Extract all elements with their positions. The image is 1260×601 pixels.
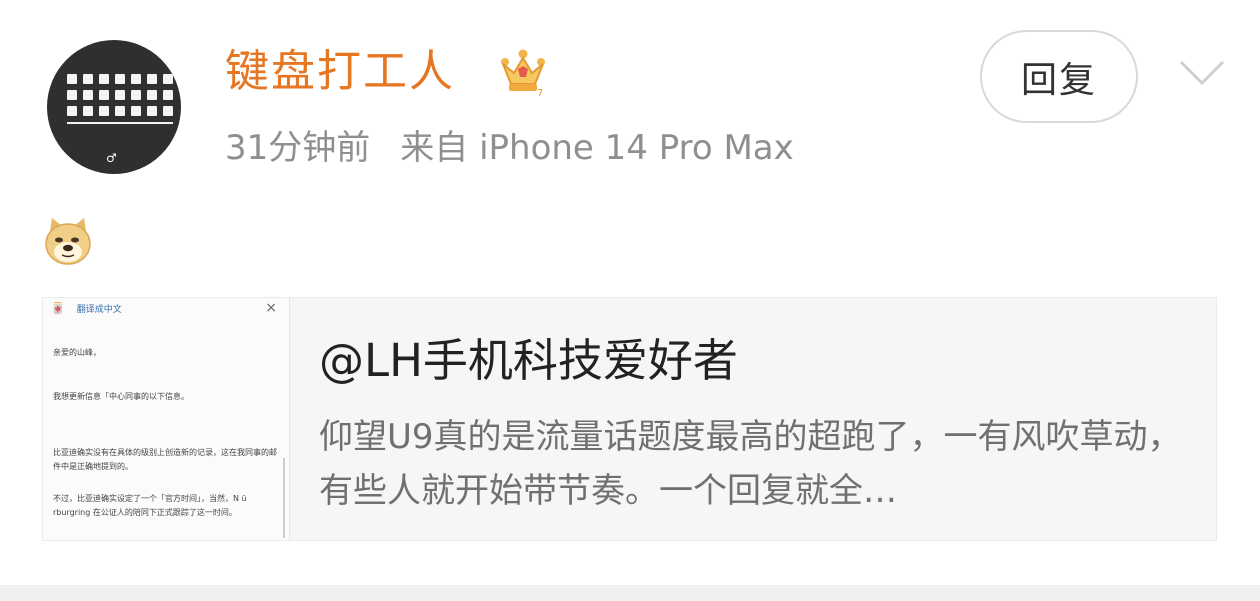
post-source: 来自 iPhone 14 Pro Max xyxy=(400,128,794,168)
thumb-line: 亲爱的山峰， xyxy=(53,348,101,357)
svg-text:7: 7 xyxy=(537,88,543,98)
post-time: 31分钟前 xyxy=(225,128,371,168)
thumb-line: 比亚迪确实没有在具体的级别上创造新的记录，这在我同事的邮件中是正确地提到的。 xyxy=(53,448,277,471)
translate-label: 翻译成中文 xyxy=(76,305,122,315)
user-avatar[interactable]: ♂ xyxy=(47,40,181,174)
bottom-divider xyxy=(0,585,1260,601)
thumb-scrollbar xyxy=(283,458,285,538)
thumb-line: 不过，比亚迪确实设定了一个「官方时间」，当然，N ü rburgring 在公证… xyxy=(53,494,247,517)
reply-button[interactable]: 回复 xyxy=(980,30,1138,123)
shared-post-thumbnail[interactable]: 🀄 翻译成中文 × 亲爱的山峰， 我想更新信息「中心同事的以下信息。 比亚迪确实… xyxy=(43,298,290,540)
weibo-post: ♂ 键盘打工人 7 31分钟前 来自 iPhone 14 Pro Max 回复 🀄… xyxy=(0,0,1260,585)
keyboard-avatar-icon xyxy=(67,74,173,124)
shared-post-card[interactable]: 🀄 翻译成中文 × 亲爱的山峰， 我想更新信息「中心同事的以下信息。 比亚迪确实… xyxy=(42,297,1217,541)
shared-post-author[interactable]: @LH手机科技爱好者 xyxy=(319,330,738,392)
male-icon: ♂ xyxy=(106,151,117,165)
doge-emoji-icon xyxy=(45,218,91,265)
shared-post-text: 仰望U9真的是流量话题度最高的超跑了，一有风吹草动，有些人就开始带节奏。一个回复… xyxy=(319,417,1182,511)
thumb-line: 我想更新信息「中心同事的以下信息。 xyxy=(53,392,189,401)
chevron-down-icon[interactable] xyxy=(1178,58,1226,88)
username[interactable]: 键盘打工人 xyxy=(225,42,455,102)
translate-icon: 🀄 xyxy=(51,302,65,315)
crown-badge-icon: 7 xyxy=(501,49,545,98)
close-icon: × xyxy=(265,300,277,316)
translate-bar: 🀄 翻译成中文 xyxy=(51,302,122,315)
post-meta: 31分钟前 来自 iPhone 14 Pro Max xyxy=(225,124,794,172)
